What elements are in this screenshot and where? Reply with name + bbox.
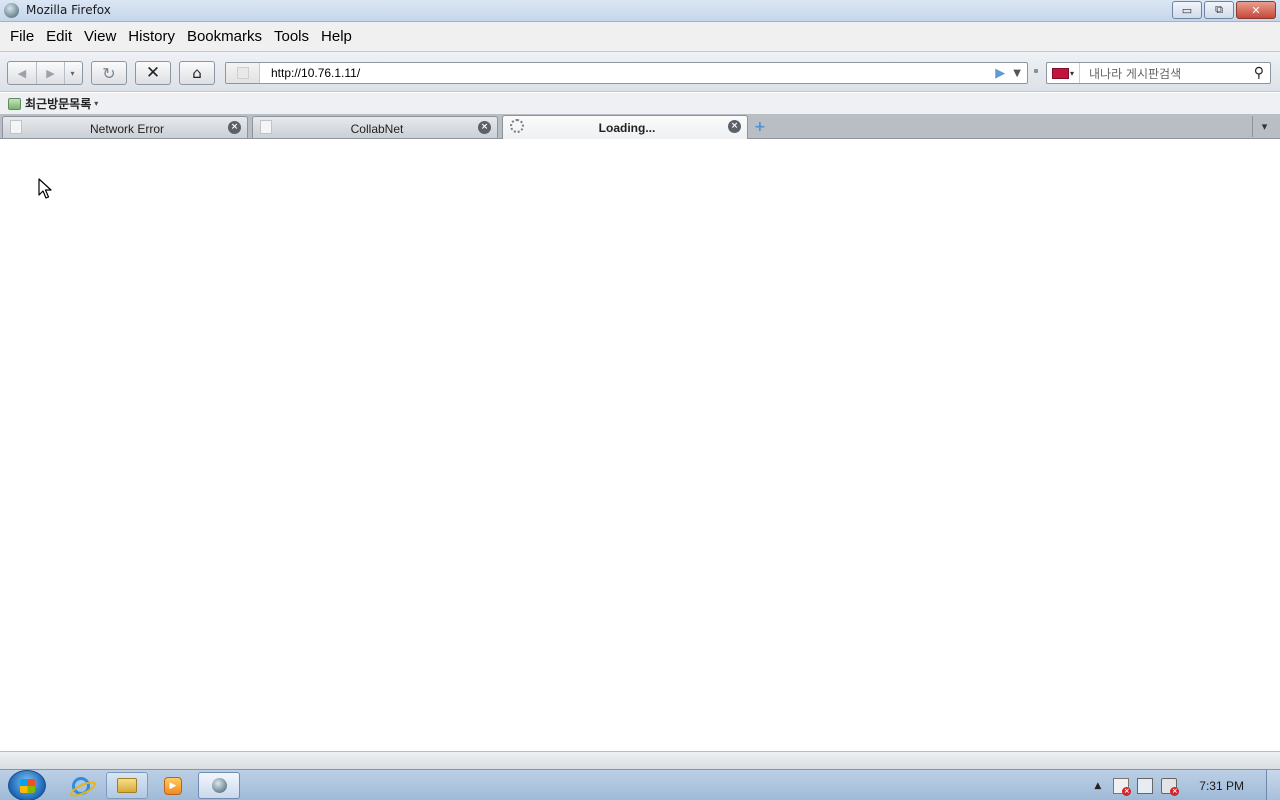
menu-edit[interactable]: Edit <box>40 28 78 45</box>
back-button[interactable]: ◀ <box>8 62 36 84</box>
bookmark-recent-visits[interactable]: 최근방문목록 <box>25 95 91 112</box>
url-bar[interactable]: http://10.76.1.11/ ▶ ▼ <box>225 62 1028 84</box>
tab-strip: Network Error × CollabNet × Loading... ×… <box>0 114 1280 139</box>
loading-spinner-icon <box>510 119 524 133</box>
stop-icon: ✕ <box>145 63 161 83</box>
back-arrow-icon: ◀ <box>17 66 27 80</box>
reload-icon: ↻ <box>102 63 116 83</box>
window-controls: ▭ ⧉ ✕ <box>1172 1 1276 19</box>
home-button[interactable]: ⌂ <box>179 61 215 85</box>
menu-help[interactable]: Help <box>315 28 358 45</box>
firefox-icon <box>211 778 227 793</box>
search-icon[interactable]: ⚲ <box>1254 65 1264 81</box>
page-icon <box>260 120 272 134</box>
menu-history[interactable]: History <box>122 28 181 45</box>
forward-arrow-icon: ▶ <box>46 66 55 80</box>
stop-button[interactable]: ✕ <box>135 61 171 85</box>
mouse-cursor-icon <box>38 178 52 199</box>
taskbar-windows-explorer[interactable] <box>106 772 148 799</box>
windows-logo-icon <box>20 779 35 793</box>
go-arrow-icon[interactable]: ▶ <box>995 66 1005 81</box>
close-tab-icon[interactable]: × <box>478 121 491 134</box>
url-input[interactable]: http://10.76.1.11/ <box>260 66 995 80</box>
close-window-button[interactable]: ✕ <box>1236 1 1276 19</box>
media-player-icon: ▶ <box>164 776 182 795</box>
firefox-icon <box>4 3 19 18</box>
page-content[interactable] <box>0 139 1280 751</box>
minimize-button[interactable]: ▭ <box>1172 1 1202 19</box>
bookmarks-toolbar: 최근방문목록 ▾ <box>0 93 1280 114</box>
system-tray: ▲ × × 7:31 PM <box>1094 770 1280 800</box>
site-identity-button[interactable] <box>226 63 260 83</box>
list-all-tabs-button[interactable]: ▾ <box>1252 116 1276 137</box>
search-input[interactable]: 내나라 게시판검색 <box>1080 65 1254 82</box>
tab-label: Loading... <box>598 121 656 135</box>
tab-network-error[interactable]: Network Error × <box>2 116 248 138</box>
window-title: Mozilla Firefox <box>26 3 111 17</box>
show-hidden-icons-icon[interactable]: ▲ <box>1094 781 1101 791</box>
taskbar-firefox[interactable] <box>198 772 240 799</box>
search-bar[interactable]: ▾ 내나라 게시판검색 ⚲ <box>1046 62 1271 84</box>
menu-tools[interactable]: Tools <box>268 28 315 45</box>
tab-collabnet[interactable]: CollabNet × <box>252 116 498 138</box>
chevron-down-icon: ▾ <box>70 68 75 78</box>
forward-button[interactable]: ▶ <box>36 62 64 84</box>
close-tab-icon[interactable]: × <box>728 120 741 133</box>
reload-button[interactable]: ↻ <box>91 61 127 85</box>
toolbar-separator <box>1034 69 1038 73</box>
recent-visits-folder-icon <box>8 97 21 110</box>
maximize-button[interactable]: ⧉ <box>1204 1 1234 19</box>
search-engine-selector[interactable]: ▾ <box>1047 63 1080 83</box>
close-tab-icon[interactable]: × <box>228 121 241 134</box>
taskbar-media-player[interactable]: ▶ <box>152 772 194 799</box>
tab-loading[interactable]: Loading... × <box>502 115 748 139</box>
tab-list-icon: ▾ <box>1261 120 1268 133</box>
chevron-down-icon: ▾ <box>1069 68 1074 78</box>
url-dropdown-icon[interactable]: ▼ <box>1013 68 1021 79</box>
search-engine-logo-icon <box>1051 67 1069 79</box>
show-desktop-button[interactable] <box>1266 770 1280 800</box>
page-icon <box>10 120 22 134</box>
menu-file[interactable]: File <box>4 28 40 45</box>
title-bar: Mozilla Firefox ▭ ⧉ ✕ <box>0 0 1280 22</box>
chevron-down-icon[interactable]: ▾ <box>94 99 98 108</box>
menu-bookmarks[interactable]: Bookmarks <box>181 28 268 45</box>
menu-view[interactable]: View <box>78 28 122 45</box>
back-forward-group: ◀ ▶ ▾ <box>7 61 83 85</box>
internet-explorer-icon <box>72 776 90 795</box>
page-icon <box>236 67 249 79</box>
volume-muted-icon[interactable]: × <box>1161 777 1180 796</box>
tab-label: CollabNet <box>350 122 404 136</box>
new-tab-icon[interactable]: + <box>754 119 766 135</box>
home-icon: ⌂ <box>192 64 202 82</box>
taskbar: ▶ ▲ × × 7:31 PM <box>0 769 1280 800</box>
history-dropdown-button[interactable]: ▾ <box>64 62 80 84</box>
action-center-icon[interactable]: × <box>1113 777 1132 796</box>
start-button[interactable] <box>8 770 46 800</box>
tab-label: Network Error <box>89 122 164 136</box>
network-icon[interactable] <box>1137 777 1154 794</box>
status-bar <box>0 751 1280 769</box>
folder-icon <box>117 778 137 793</box>
menu-bar: File Edit View History Bookmarks Tools H… <box>0 22 1280 52</box>
clock[interactable]: 7:31 PM <box>1199 779 1244 793</box>
taskbar-internet-explorer[interactable] <box>60 772 102 799</box>
